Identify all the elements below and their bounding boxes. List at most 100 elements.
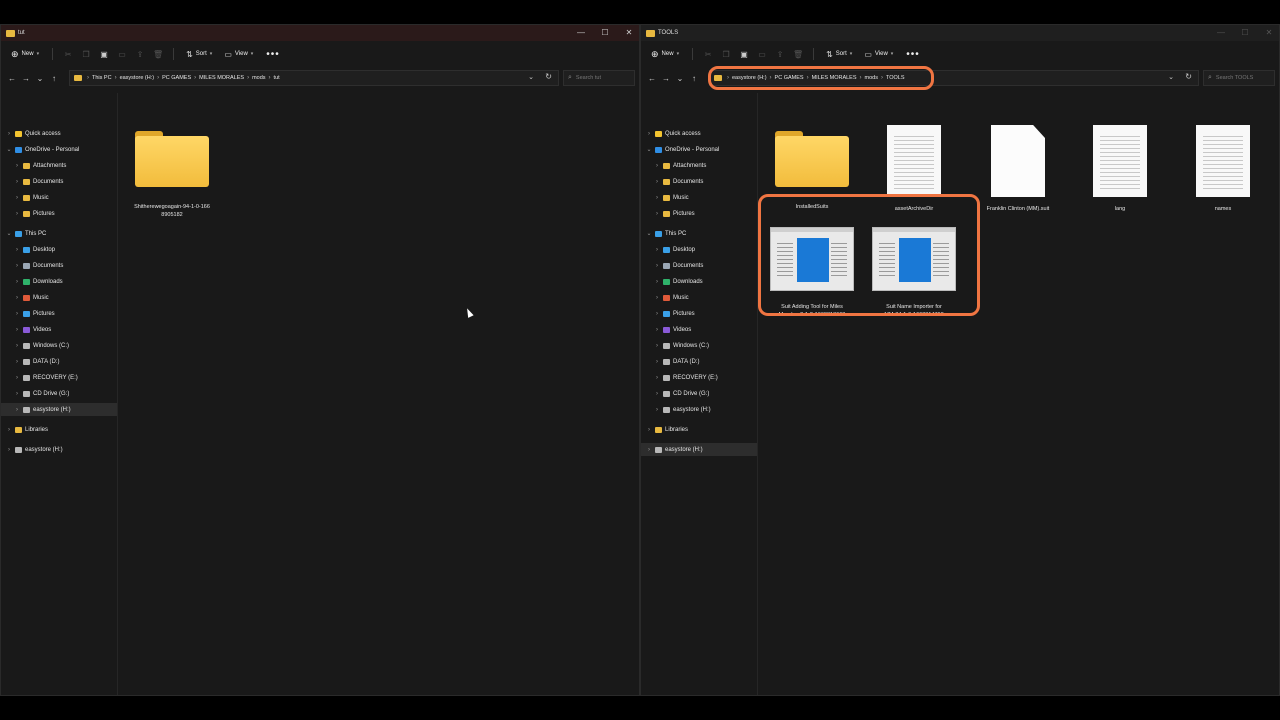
chevron-right-icon[interactable]: ›: [653, 163, 661, 169]
sidebar-item[interactable]: › DATA (D:): [1, 355, 117, 368]
file-item-text[interactable]: names: [1183, 125, 1263, 213]
maximize-button[interactable]: ☐: [601, 25, 609, 41]
sort-button[interactable]: ⇅ Sort ▾: [823, 48, 855, 61]
maximize-button[interactable]: ☐: [1241, 25, 1249, 41]
chevron-right-icon[interactable]: ›: [5, 427, 13, 433]
copy-icon[interactable]: ❐: [80, 48, 92, 60]
file-item-text[interactable]: lang: [1080, 125, 1160, 213]
sidebar-item[interactable]: ⌄ This PC: [1, 227, 117, 240]
chevron-right-icon[interactable]: ›: [13, 327, 21, 333]
minimize-button[interactable]: —: [577, 25, 585, 41]
chevron-right-icon[interactable]: ›: [653, 391, 661, 397]
cut-icon[interactable]: ✂: [62, 48, 74, 60]
breadcrumb-item[interactable]: tut: [274, 75, 280, 81]
file-list[interactable]: InstalledSuits assetArchiveDir Franklin …: [758, 93, 1279, 695]
sidebar-item[interactable]: › Pictures: [641, 207, 757, 220]
new-button[interactable]: ⊕ New ▾: [647, 47, 683, 62]
sidebar-item[interactable]: › Windows (C:): [1, 339, 117, 352]
more-options-icon[interactable]: •••: [906, 49, 920, 60]
sidebar-item[interactable]: ⌄ OneDrive - Personal: [1, 143, 117, 156]
search-input[interactable]: ⌕ Search tut: [563, 70, 635, 86]
sidebar-item[interactable]: › Documents: [1, 175, 117, 188]
sidebar-item[interactable]: › RECOVERY (E:): [641, 371, 757, 384]
sidebar-item[interactable]: › Downloads: [1, 275, 117, 288]
file-item-text[interactable]: assetArchiveDir: [874, 125, 954, 213]
sidebar-item[interactable]: › Desktop: [641, 243, 757, 256]
chevron-right-icon[interactable]: ›: [13, 295, 21, 301]
chevron-right-icon[interactable]: ›: [13, 263, 21, 269]
delete-icon[interactable]: 🗑: [792, 48, 804, 60]
file-item-exe[interactable]: Suit Adding Tool for Miles Morales-2-1-2…: [764, 227, 860, 319]
paste-icon[interactable]: ▣: [738, 48, 750, 60]
forward-icon[interactable]: →: [19, 74, 33, 83]
cut-icon[interactable]: ✂: [702, 48, 714, 60]
chevron-right-icon[interactable]: ›: [5, 447, 13, 453]
chevron-right-icon[interactable]: ›: [645, 427, 653, 433]
chevron-right-icon[interactable]: ›: [653, 407, 661, 413]
chevron-right-icon[interactable]: ›: [13, 311, 21, 317]
sidebar-item[interactable]: › Documents: [1, 259, 117, 272]
sidebar-item[interactable]: › Music: [641, 191, 757, 204]
back-icon[interactable]: ←: [5, 74, 19, 83]
sidebar-item[interactable]: › Libraries: [1, 423, 117, 436]
chevron-right-icon[interactable]: ›: [13, 211, 21, 217]
chevron-right-icon[interactable]: ›: [653, 247, 661, 253]
recent-chevron-icon[interactable]: ⌄: [673, 74, 687, 83]
breadcrumb-item[interactable]: PC GAMES: [775, 75, 804, 81]
sidebar-item[interactable]: › CD Drive (G:): [1, 387, 117, 400]
sidebar-item[interactable]: › Quick access: [1, 127, 117, 140]
refresh-icon[interactable]: ↻: [1185, 72, 1192, 81]
chevron-right-icon[interactable]: ›: [653, 179, 661, 185]
share-icon[interactable]: ⇪: [134, 48, 146, 60]
rename-icon[interactable]: ▭: [116, 48, 128, 60]
sidebar-item[interactable]: › Music: [1, 291, 117, 304]
sidebar-item[interactable]: › easystore (H:): [641, 403, 757, 416]
chevron-right-icon[interactable]: ›: [13, 391, 21, 397]
sidebar-item[interactable]: › Pictures: [1, 307, 117, 320]
forward-icon[interactable]: →: [659, 74, 673, 83]
copy-icon[interactable]: ❐: [720, 48, 732, 60]
breadcrumb-item[interactable]: This PC: [92, 75, 112, 81]
sidebar-item[interactable]: › Attachments: [1, 159, 117, 172]
sidebar-item[interactable]: › Quick access: [641, 127, 757, 140]
chevron-right-icon[interactable]: ›: [653, 327, 661, 333]
chevron-right-icon[interactable]: ›: [653, 211, 661, 217]
chevron-right-icon[interactable]: ›: [653, 311, 661, 317]
back-icon[interactable]: ←: [645, 74, 659, 83]
new-button[interactable]: ⊕ New ▾: [7, 47, 43, 62]
chevron-right-icon[interactable]: ›: [5, 131, 13, 137]
sidebar-item[interactable]: › Pictures: [641, 307, 757, 320]
chevron-right-icon[interactable]: ›: [653, 195, 661, 201]
up-icon[interactable]: ↑: [687, 74, 701, 83]
chevron-right-icon[interactable]: ›: [13, 247, 21, 253]
sidebar-item[interactable]: › RECOVERY (E:): [1, 371, 117, 384]
chevron-right-icon[interactable]: ›: [13, 163, 21, 169]
sidebar-item[interactable]: › Documents: [641, 259, 757, 272]
sort-button[interactable]: ⇅ Sort ▾: [183, 48, 215, 61]
chevron-right-icon[interactable]: ›: [13, 359, 21, 365]
breadcrumb-item[interactable]: MILES MORALES: [812, 75, 857, 81]
sidebar-item[interactable]: › easystore (H:): [1, 443, 117, 456]
sidebar-item[interactable]: › Desktop: [1, 243, 117, 256]
sidebar-item[interactable]: › Windows (C:): [641, 339, 757, 352]
sidebar-item[interactable]: › Libraries: [641, 423, 757, 436]
close-button[interactable]: ✕: [1265, 25, 1273, 41]
refresh-icon[interactable]: ↻: [545, 72, 552, 81]
sidebar-item[interactable]: › Attachments: [641, 159, 757, 172]
chevron-right-icon[interactable]: ›: [13, 343, 21, 349]
search-input[interactable]: ⌕ Search TOOLS: [1203, 70, 1275, 86]
chevron-down-icon[interactable]: ⌄: [5, 146, 13, 153]
more-options-icon[interactable]: •••: [266, 49, 280, 60]
chevron-right-icon[interactable]: ›: [653, 343, 661, 349]
sidebar-item[interactable]: › easystore (H:): [1, 403, 117, 416]
chevron-right-icon[interactable]: ›: [645, 131, 653, 137]
sidebar-item[interactable]: › Pictures: [1, 207, 117, 220]
file-item-folder[interactable]: InstalledSuits: [772, 129, 852, 211]
rename-icon[interactable]: ▭: [756, 48, 768, 60]
chevron-right-icon[interactable]: ›: [645, 447, 653, 453]
chevron-right-icon[interactable]: ›: [13, 279, 21, 285]
address-bar[interactable]: › easystore (H:) › PC GAMES › MILES MORA…: [709, 70, 1199, 86]
chevron-right-icon[interactable]: ›: [13, 375, 21, 381]
sidebar-item[interactable]: › CD Drive (G:): [641, 387, 757, 400]
chevron-right-icon[interactable]: ›: [13, 407, 21, 413]
